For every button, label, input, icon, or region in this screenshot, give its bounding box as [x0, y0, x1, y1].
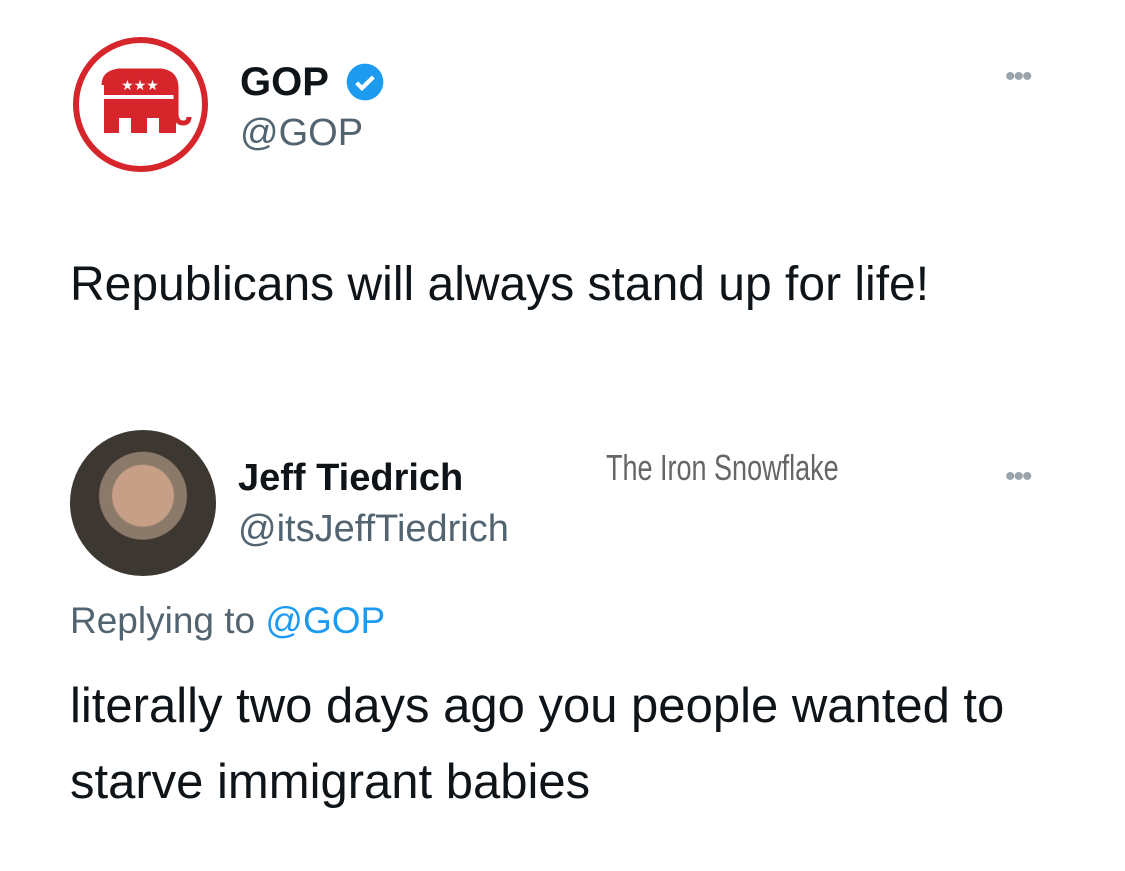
- gop-avatar[interactable]: ★★★: [73, 37, 208, 172]
- replying-handle-link[interactable]: @GOP: [265, 600, 385, 641]
- replying-prefix: Replying to: [70, 600, 266, 641]
- reply-text: literally two days ago you people wanted…: [70, 679, 1005, 809]
- reply-avatar[interactable]: [70, 430, 216, 576]
- author-name[interactable]: GOP: [240, 60, 329, 105]
- more-options-icon[interactable]: •••: [1005, 60, 1032, 94]
- replying-to: Replying to @GOP: [70, 600, 385, 642]
- svg-text:★★★: ★★★: [121, 77, 159, 93]
- reply-more-options-icon[interactable]: •••: [1005, 460, 1032, 494]
- elephant-logo-icon: ★★★: [101, 68, 192, 133]
- reply-author-name[interactable]: Jeff Tiedrich: [238, 457, 463, 500]
- tweet-text: Republicans will always stand up for lif…: [70, 258, 930, 311]
- author-handle[interactable]: @GOP: [240, 112, 363, 155]
- watermark: The Iron Snowflake: [606, 447, 839, 488]
- verified-badge-icon: [346, 63, 384, 101]
- reply-author-handle[interactable]: @itsJeffTiedrich: [238, 508, 509, 551]
